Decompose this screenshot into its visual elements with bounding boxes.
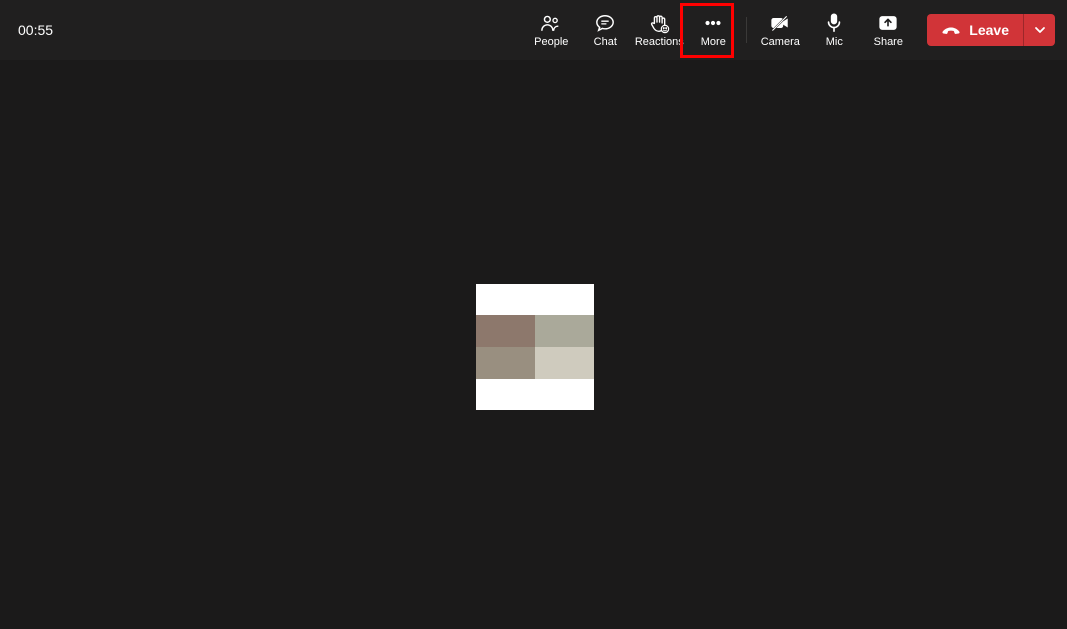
toolbar-controls: People Chat Re [524, 0, 1055, 60]
people-icon [540, 12, 562, 34]
tile-cell [535, 347, 594, 379]
share-screen-icon [877, 12, 899, 34]
people-label: People [534, 36, 568, 48]
camera-off-icon [769, 12, 791, 34]
raise-hand-icon [648, 12, 670, 34]
tile-cell [476, 315, 535, 347]
more-ellipsis-icon [702, 12, 724, 34]
camera-label: Camera [761, 36, 800, 48]
leave-options-button[interactable] [1023, 14, 1055, 46]
chat-label: Chat [594, 36, 617, 48]
participant-tile [476, 284, 594, 410]
reactions-button[interactable]: Reactions [632, 4, 686, 56]
mic-label: Mic [826, 36, 843, 48]
meeting-timer: 00:55 [18, 22, 53, 38]
hangup-icon [941, 23, 961, 37]
share-label: Share [874, 36, 903, 48]
leave-button-group: Leave [927, 14, 1055, 46]
tile-cell [476, 347, 535, 379]
mic-button[interactable]: Mic [807, 4, 861, 56]
people-button[interactable]: People [524, 4, 578, 56]
chat-button[interactable]: Chat [578, 4, 632, 56]
share-button[interactable]: Share [861, 4, 915, 56]
more-button[interactable]: More [686, 4, 740, 56]
reactions-label: Reactions [635, 36, 684, 48]
tile-cell [535, 315, 594, 347]
chevron-down-icon [1034, 24, 1046, 36]
leave-button[interactable]: Leave [927, 14, 1023, 46]
more-label: More [701, 36, 726, 48]
microphone-icon [823, 12, 845, 34]
toolbar-divider [746, 17, 747, 43]
meeting-toolbar: 00:55 People Chat [0, 0, 1067, 60]
camera-button[interactable]: Camera [753, 4, 807, 56]
leave-label: Leave [969, 22, 1009, 38]
chat-icon [594, 12, 616, 34]
